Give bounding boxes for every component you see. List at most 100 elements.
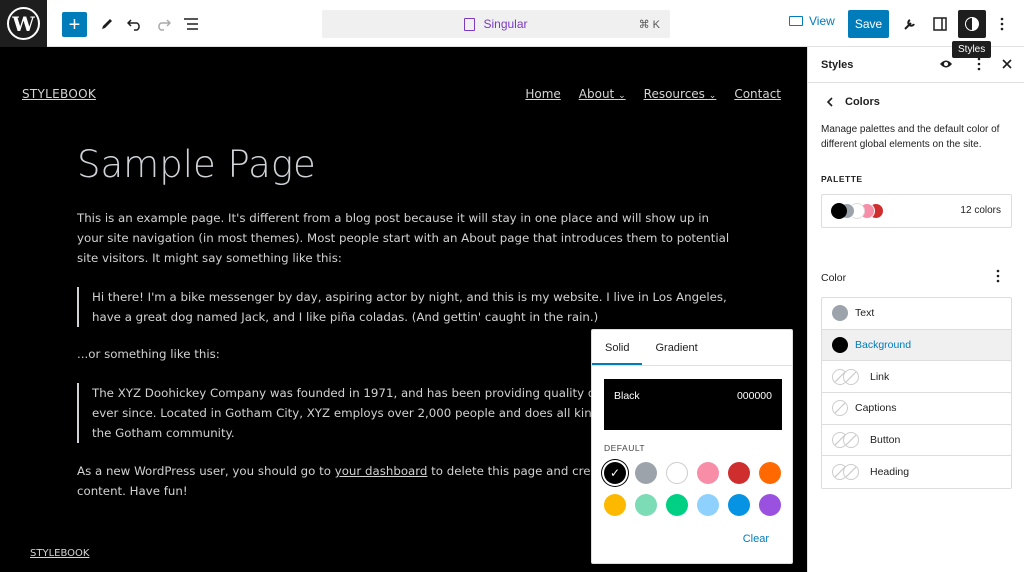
color-swatch[interactable] [759,462,781,484]
color-section-label: Color [821,272,847,284]
color-picker-popover: Solid Gradient Black 000000 DEFAULT ✓ Cl… [591,329,793,564]
styles-sidebar: Styles Colors Manage palettes and the de… [807,47,1024,572]
view-button[interactable]: View [789,14,835,28]
paragraph-intro[interactable]: This is an example page. It's different … [77,208,737,268]
edit-tools-button[interactable] [95,12,119,36]
undo-button[interactable] [123,12,147,36]
options-menu-button[interactable] [990,12,1014,36]
eye-icon [940,60,952,68]
element-item-button[interactable]: Button [822,425,1011,457]
palette-button[interactable]: 12 colors [821,194,1012,228]
color-indicator [832,337,848,354]
wrench-icon [904,19,915,30]
color-swatch[interactable] [666,462,688,484]
view-label: View [809,14,835,28]
color-swatch[interactable] [759,494,781,516]
document-title: Singular [483,17,528,31]
close-icon [1002,59,1012,69]
element-label: Text [855,307,875,320]
palette-count: 12 colors [960,205,1001,216]
color-swatch[interactable] [635,462,657,484]
colors-section-title: Colors [845,96,880,108]
document-icon [464,17,476,31]
element-label: Heading [870,466,910,479]
color-indicator [832,400,848,417]
palette-dot [831,203,847,219]
site-title[interactable]: STYLEBOOK [22,87,96,101]
contrast-icon [965,17,979,31]
color-options-button[interactable] [996,269,1000,286]
palette-label: PALETTE [821,174,863,184]
undo-icon [127,19,140,31]
color-swatch[interactable] [666,494,688,516]
nav-label: About [578,87,615,101]
document-bar[interactable]: Singular ⌘ K [322,10,670,38]
color-type-tabs: Solid Gradient [592,330,792,366]
paragraph-text: to delete this page and create [427,464,610,478]
color-indicator [843,432,859,449]
desktop-icon [789,16,803,26]
more-vertical-icon [977,57,981,71]
back-button[interactable] [826,96,834,110]
color-swatch[interactable]: ✓ [604,462,626,484]
settings-sidebar-button[interactable] [928,12,952,36]
command-shortcut: ⌘ K [638,19,660,31]
chevron-down-icon: ⌄ [618,91,626,101]
save-button[interactable]: Save [848,10,889,38]
selected-color-name: Black [614,390,640,402]
document-overview-button[interactable] [179,12,203,36]
sidebar-icon [933,17,947,31]
dashboard-link[interactable]: your dashboard [335,464,428,478]
element-label: Link [870,370,890,383]
colors-description: Manage palettes and the default color of… [821,124,1000,150]
tab-gradient[interactable]: Gradient [642,330,710,365]
nav-item-contact[interactable]: Contact [734,87,781,101]
wordpress-icon: W [7,7,40,40]
selected-color-preview[interactable]: Black 000000 [604,379,782,430]
redo-button[interactable] [151,12,175,36]
pencil-icon [102,19,112,29]
top-toolbar: W + Singular ⌘ K View Save [0,0,1024,47]
close-sidebar-button[interactable] [1002,57,1012,72]
chevron-down-icon: ⌄ [708,91,717,101]
wordpress-logo-button[interactable]: W [0,0,47,47]
element-label: Captions [855,402,897,415]
list-view-icon [184,18,198,30]
element-item-text[interactable]: Text [822,298,1011,330]
add-block-button[interactable]: + [62,12,87,37]
element-item-captions[interactable]: Captions [822,393,1011,425]
redo-icon [158,19,171,31]
page-title[interactable]: Sample Page [77,143,316,186]
nav-item-home[interactable]: Home [525,87,560,101]
clear-button[interactable]: Clear [743,533,769,545]
styles-tooltip: Styles [952,41,992,58]
element-item-background[interactable]: Background [822,329,1011,362]
element-label: Background [855,339,912,352]
color-swatch[interactable] [728,462,750,484]
tools-button[interactable] [898,12,922,36]
more-vertical-icon [1000,17,1004,31]
color-swatch[interactable] [697,462,719,484]
color-swatch[interactable] [604,494,626,516]
sidebar-more-button[interactable] [977,57,981,74]
sidebar-header: Styles [808,47,1024,83]
style-book-button[interactable] [939,57,953,72]
sidebar-title: Styles [821,59,854,71]
selected-color-hex: 000000 [736,390,772,402]
element-item-link[interactable]: Link [822,361,1011,394]
nav-label: Resources [643,87,705,101]
nav-item-about[interactable]: About ⌄ [579,87,626,101]
navigation-menu: Home About ⌄ Resources ⌄ Contact [525,87,781,101]
color-swatch[interactable] [728,494,750,516]
styles-button[interactable] [958,10,986,38]
more-vertical-icon [996,269,1000,283]
color-indicator [832,305,848,322]
tab-solid[interactable]: Solid [592,330,643,365]
color-swatch[interactable] [635,494,657,516]
quote-bike-messenger[interactable]: Hi there! I'm a bike messenger by day, a… [77,287,737,327]
footer-site-title[interactable]: STYLEBOOK [30,548,89,559]
nav-item-resources[interactable]: Resources ⌄ [644,87,717,101]
color-indicator [843,368,859,385]
element-item-heading[interactable]: Heading [822,456,1011,488]
color-swatch[interactable] [697,494,719,516]
